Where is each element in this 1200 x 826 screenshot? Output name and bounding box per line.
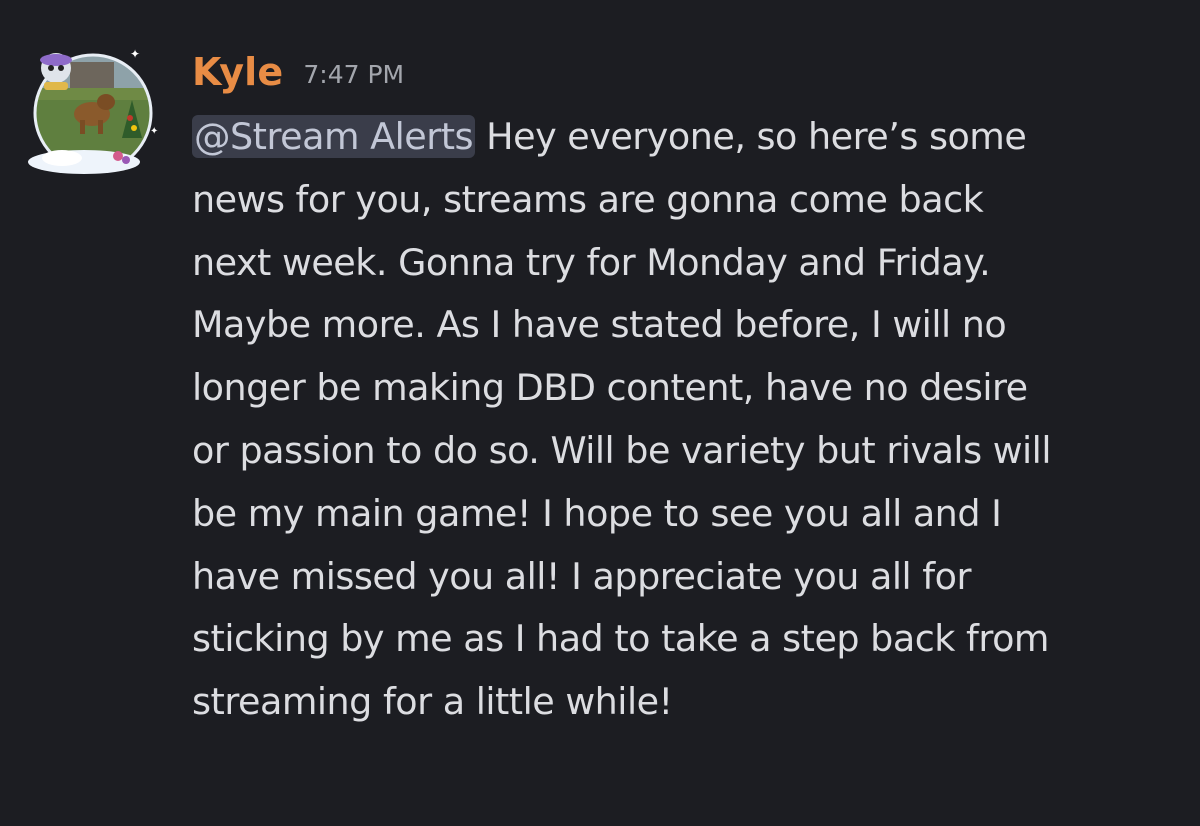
username[interactable]: Kyle <box>192 50 283 94</box>
message-line: longer be making DBD content, have no de… <box>192 366 1028 410</box>
message-line: @Stream Alerts Hey everyone, so here’s s… <box>192 106 1182 169</box>
avatar[interactable]: ✦ ✦ <box>22 42 164 184</box>
mention[interactable]: @Stream Alerts <box>192 115 476 158</box>
avatar-image-icon: ✦ ✦ <box>28 47 158 174</box>
chat-message: ✦ ✦ Kyle 7:47 PM @Stream Alerts Hey ever… <box>0 0 1200 826</box>
message-line: sticking by me as I had to take a step b… <box>192 617 1049 661</box>
timestamp[interactable]: 7:47 PM <box>303 60 404 89</box>
message-line: next week. Gonna try for Monday and Frid… <box>192 240 991 284</box>
message-line: be my main game! I hope to see you all a… <box>192 491 1002 535</box>
message-line: news for you, streams are gonna come bac… <box>192 177 984 221</box>
message-line: streaming for a little while! <box>192 680 673 724</box>
message-header: Kyle 7:47 PM <box>192 50 1182 106</box>
message-content: Kyle 7:47 PM @Stream Alerts Hey everyone… <box>192 50 1182 734</box>
svg-text:✦: ✦ <box>130 47 140 61</box>
message-line-text: Hey everyone, so here’s some <box>475 115 1027 158</box>
svg-text:✦: ✦ <box>150 126 158 137</box>
message-line: Maybe more. As I have stated before, I w… <box>192 303 1007 347</box>
message-body: @Stream Alerts Hey everyone, so here’s s… <box>192 106 1182 734</box>
message-line: have missed you all! I appreciate you al… <box>192 554 971 598</box>
message-line: or passion to do so. Will be variety but… <box>192 428 1051 472</box>
